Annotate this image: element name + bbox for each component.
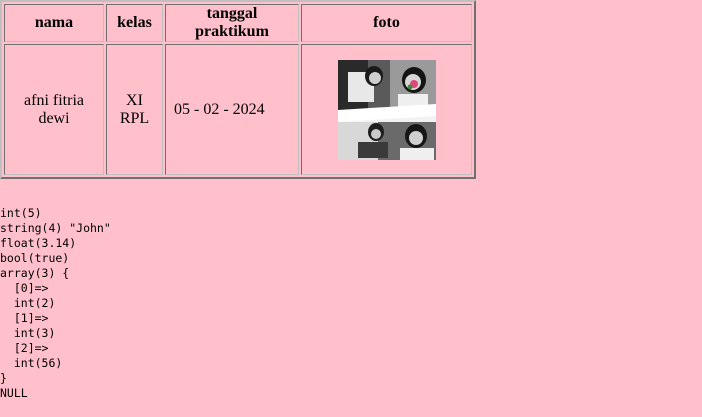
dump-line: string(4) "John" (0, 221, 111, 235)
data-table: nama kelas tanggal praktikum foto afni f… (0, 0, 476, 179)
header-nama: nama (4, 4, 104, 42)
dump-line: float(3.14) (0, 236, 77, 250)
cell-tanggal: 05 - 02 - 2024 (165, 44, 299, 175)
dump-line: int(3) (0, 326, 56, 340)
dump-line: [2]=> (0, 341, 49, 355)
table-header-row: nama kelas tanggal praktikum foto (4, 4, 472, 42)
dump-line: int(2) (0, 296, 56, 310)
table-row: afni fitria dewi XI RPL 05 - 02 - 2024 (4, 44, 472, 175)
var-dump-output: int(5) string(4) "John" float(3.14) bool… (0, 206, 111, 401)
header-foto: foto (301, 4, 472, 42)
dump-line: [0]=> (0, 281, 49, 295)
dump-line: NULL (0, 386, 28, 400)
dump-line: } (0, 371, 7, 385)
cell-kelas: XI RPL (106, 44, 163, 175)
header-tanggal: tanggal praktikum (165, 4, 299, 42)
cell-foto (301, 44, 472, 175)
dump-line: int(56) (0, 356, 63, 370)
dump-line: [1]=> (0, 311, 49, 325)
photo-collage-image (337, 59, 436, 160)
dump-line: bool(true) (0, 251, 70, 265)
dump-line: int(5) (0, 206, 42, 220)
header-kelas: kelas (106, 4, 163, 42)
dump-line: array(3) { (0, 266, 70, 280)
cell-nama: afni fitria dewi (4, 44, 104, 175)
